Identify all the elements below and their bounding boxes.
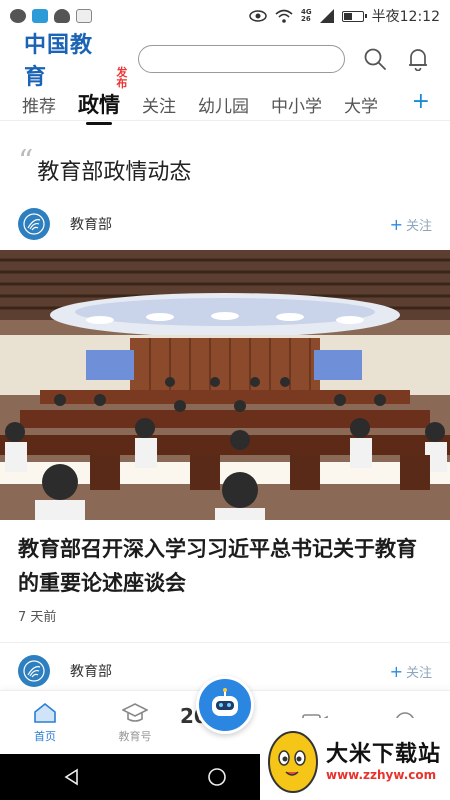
author-name[interactable]: 教育部: [70, 214, 112, 234]
tab-primary-secondary[interactable]: 中小学: [271, 92, 322, 117]
logo-main: 中国教育: [24, 33, 94, 90]
avatar[interactable]: [18, 655, 50, 687]
article-time: 7 天前: [18, 610, 57, 625]
nav-label: 首页: [34, 729, 56, 743]
app-header: 中国教育 发布: [0, 33, 450, 90]
article-image[interactable]: [0, 250, 450, 520]
quote-icon: “: [18, 144, 34, 179]
meeting-room-illustration: [0, 250, 450, 520]
tab-university[interactable]: 大学: [344, 92, 378, 117]
category-tabs: 推荐 政情 关注 幼儿园 中小学 大学 +: [0, 86, 450, 125]
search-icon: [364, 48, 386, 70]
author-name[interactable]: 教育部: [70, 661, 112, 681]
watermark-name: 大米下载站: [326, 742, 442, 767]
follow-label: 关注: [405, 218, 432, 234]
feed-divider: [0, 642, 450, 643]
bell-icon: [409, 49, 428, 71]
moe-logo-icon: [23, 213, 45, 235]
section-title: 教育部政情动态: [37, 160, 192, 185]
nav-home[interactable]: 首页: [0, 691, 90, 754]
tab-following[interactable]: 关注: [142, 92, 176, 117]
signal-icon: [319, 9, 334, 23]
status-time: 半夜12:12: [371, 9, 440, 25]
egg-mascot-logo: [268, 731, 318, 793]
eye-icon: [249, 10, 267, 22]
back-icon[interactable]: [63, 768, 81, 786]
author-row[interactable]: 教育部 + 关注: [18, 206, 432, 242]
battery-icon: [341, 10, 367, 22]
nav-education-account[interactable]: 教育号: [90, 691, 180, 754]
watermark-url: www.zzhyw.com: [326, 768, 437, 782]
add-tab-icon[interactable]: +: [412, 89, 430, 114]
nav-label: 教育号: [118, 729, 152, 743]
tab-politics[interactable]: 政情: [78, 89, 120, 125]
message-icon: [32, 9, 48, 23]
tab-kindergarten[interactable]: 幼儿园: [198, 92, 249, 117]
notification-button[interactable]: [404, 45, 432, 73]
follow-button[interactable]: + 关注: [390, 662, 432, 681]
notification-icons: [10, 9, 92, 23]
follow-label: 关注: [405, 665, 432, 681]
home-icon: [34, 702, 56, 723]
wechat-icon: [10, 9, 26, 23]
home-circle-icon[interactable]: [207, 767, 227, 787]
search-button[interactable]: [361, 45, 389, 73]
cloud-icon: [54, 9, 70, 23]
network-type: 4G 26: [301, 8, 312, 23]
font-icon: [76, 9, 92, 23]
app-logo: 中国教育 发布: [24, 27, 128, 91]
moe-logo-icon: [23, 660, 45, 682]
graduation-cap-icon: [122, 702, 148, 722]
search-input[interactable]: [138, 45, 345, 73]
wifi-icon: [275, 9, 293, 23]
article-title[interactable]: 教育部召开深入学习习近平总书记关于教育的重要论述座谈会: [18, 532, 434, 600]
tabs-divider: [0, 120, 450, 121]
plus-icon: +: [389, 661, 403, 681]
site-watermark: 大米下载站 www.zzhyw.com: [260, 718, 450, 800]
section-header: “ 教育部政情动态: [18, 144, 192, 186]
plus-icon: +: [389, 214, 403, 234]
tab-recommend[interactable]: 推荐: [22, 92, 56, 117]
robot-assistant-icon: [212, 688, 238, 716]
assistant-button[interactable]: [196, 676, 254, 734]
follow-button[interactable]: + 关注: [390, 215, 432, 234]
avatar[interactable]: [18, 208, 50, 240]
